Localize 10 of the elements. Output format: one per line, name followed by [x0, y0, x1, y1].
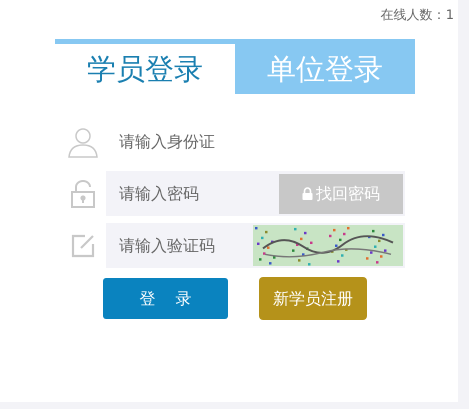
user-icon — [68, 126, 98, 158]
padlock-icon — [70, 180, 96, 208]
edit-icon — [70, 232, 96, 258]
login-tab[interactable]: 单位登录 — [235, 44, 415, 94]
input-field[interactable]: 请输入验证码 — [106, 223, 253, 268]
login-button[interactable]: 登 录 — [103, 278, 228, 319]
online-count: 在线人数：1 — [380, 7, 454, 25]
input-field[interactable]: 请输入身份证 — [106, 130, 405, 154]
register-button[interactable]: 新学员注册 — [259, 277, 367, 320]
lock-icon — [302, 187, 313, 200]
